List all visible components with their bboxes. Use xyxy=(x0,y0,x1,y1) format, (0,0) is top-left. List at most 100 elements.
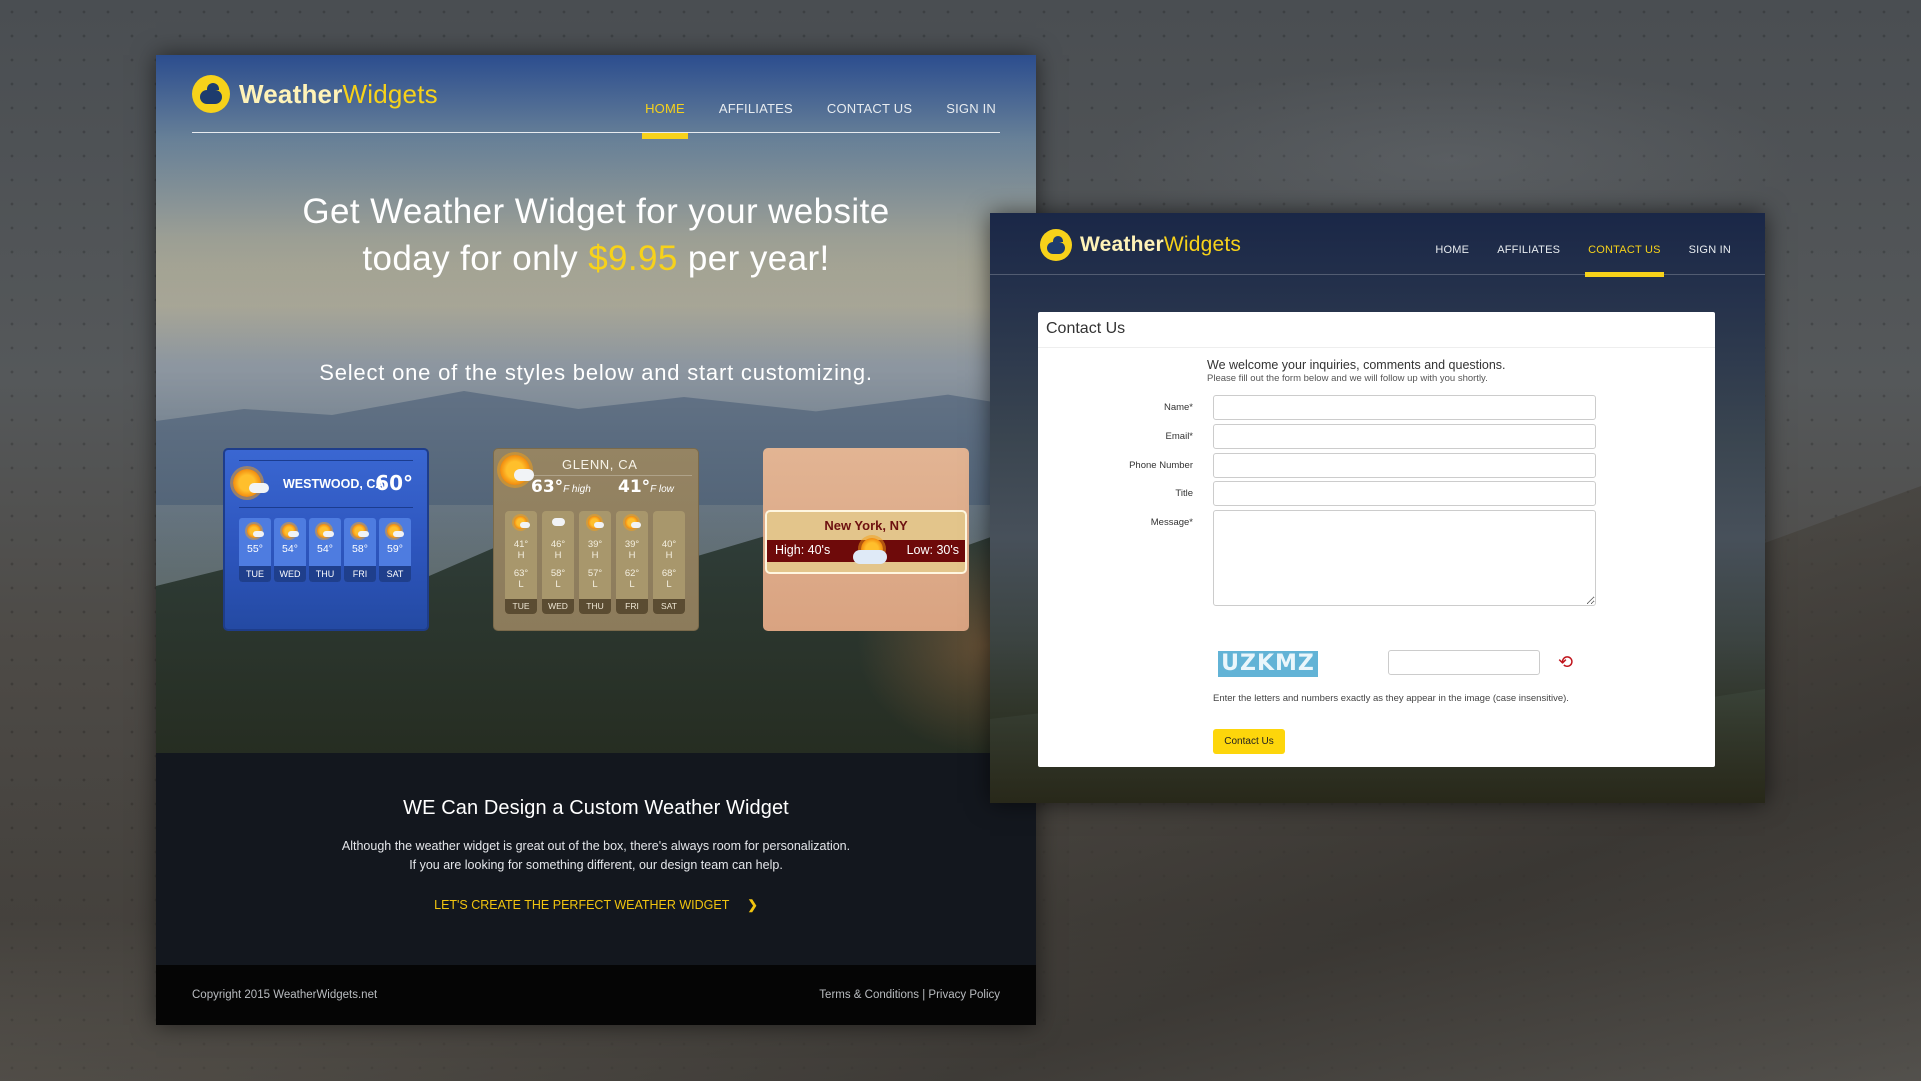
nav-affiliates[interactable]: AFFILIATES xyxy=(719,101,793,116)
intro-text: We welcome your inquiries, comments and … xyxy=(1207,358,1506,372)
cloud-icon xyxy=(323,531,334,537)
forecast-day: 41° H 63° L TUE xyxy=(505,511,537,614)
title-label: Title xyxy=(1175,488,1193,499)
site-footer: Copyright 2015 WeatherWidgets.net Terms … xyxy=(156,965,1036,1025)
day-temp: 58° xyxy=(352,543,368,555)
day-low: 68° L xyxy=(661,568,677,590)
forecast-day: 54° WED xyxy=(274,518,306,582)
phone-input[interactable] xyxy=(1213,453,1596,478)
nav-contact-us[interactable]: CONTACT US xyxy=(827,101,912,116)
custom-body: Although the weather widget is great out… xyxy=(341,839,851,872)
cloud-icon xyxy=(393,531,404,537)
chevron-right-icon: ❯ xyxy=(747,898,758,912)
day-temp: 54° xyxy=(282,543,298,555)
logo-text: WeatherWidgets xyxy=(239,78,438,109)
message-textarea[interactable] xyxy=(1213,510,1596,606)
widget-city: WESTWOOD, CA xyxy=(283,477,385,491)
hero-subhead: Select one of the styles below and start… xyxy=(319,360,873,385)
day-name: SAT xyxy=(379,566,411,582)
phone-label: Phone Number xyxy=(1129,460,1193,471)
day-high: 46° H xyxy=(550,539,566,561)
contact-submit-button[interactable]: Contact Us xyxy=(1213,729,1285,754)
title-input[interactable] xyxy=(1213,481,1596,506)
day-temp: 59° xyxy=(387,543,403,555)
nav-home[interactable]: HOME xyxy=(1435,244,1469,256)
day-temp: 54° xyxy=(317,543,333,555)
logo[interactable]: WeatherWidgets xyxy=(192,75,438,113)
widget-city: New York, NY xyxy=(824,518,908,533)
widget-preview-basic[interactable]: WESTWOOD, CA 60° 55° TUE 54° WED 54° THU 58… xyxy=(223,448,429,631)
main-nav: HOME AFFILIATES CONTACT US SIGN IN xyxy=(1407,244,1731,277)
day-name: THU xyxy=(309,566,341,582)
refresh-captcha-icon[interactable]: ⟲ xyxy=(1558,652,1573,673)
widget-preview-high-low-forecast[interactable]: GLENN, CA 63°F high 41°F low 41° H 63° L TUE… xyxy=(493,448,699,631)
forecast-day: 46° H 58° L WED xyxy=(542,511,574,614)
logo-sun-cloud-icon xyxy=(1040,229,1072,261)
logo-text: WeatherWidgets xyxy=(1080,233,1242,256)
logo[interactable]: WeatherWidgets xyxy=(1040,229,1241,261)
copyright: Copyright 2015 WeatherWidgets.net xyxy=(192,989,378,1001)
captcha-help-text: Enter the letters and numbers exactly as… xyxy=(1213,693,1569,704)
email-label: Email* xyxy=(1165,431,1193,442)
nav-home[interactable]: HOME xyxy=(642,101,688,139)
day-high: 39° H xyxy=(587,539,603,561)
custom-heading: WE Can Design a Custom Weather Widget xyxy=(403,797,789,819)
day-name: FRI xyxy=(344,566,376,582)
divider xyxy=(534,475,692,476)
nav-sign-in[interactable]: SIGN IN xyxy=(946,101,996,116)
forecast-day: 39° H 57° L THU xyxy=(579,511,611,614)
privacy-link[interactable]: Privacy Policy xyxy=(928,989,1000,1001)
create-widget-link[interactable]: LET'S CREATE THE PERFECT WEATHER WIDGET ❯ xyxy=(156,897,1036,912)
message-label: Message* xyxy=(1150,517,1193,528)
hero-section: WeatherWidgets HOME AFFILIATES CONTACT U… xyxy=(156,55,1036,755)
home-page-mockup: WeatherWidgets HOME AFFILIATES CONTACT U… xyxy=(156,55,1036,1025)
widget-banner: New York, NY High: 40's Low: 30's xyxy=(765,510,967,574)
nav-contact-us[interactable]: CONTACT US xyxy=(1585,244,1664,277)
contact-form-card: Contact Us We welcome your inquiries, co… xyxy=(1038,312,1715,767)
headline-line-2: today for only $9.95 per year! xyxy=(362,239,830,278)
cloud-icon xyxy=(358,531,369,537)
contact-page-mockup: WeatherWidgets HOME AFFILIATES CONTACT U… xyxy=(990,213,1765,803)
forecast-day: 55° TUE xyxy=(239,518,271,582)
cloud-icon xyxy=(594,522,604,528)
main-nav: HOME AFFILIATES CONTACT US SIGN IN xyxy=(611,101,996,139)
forecast-days: 41° H 63° L TUE 46° H 58° L WED 39° H 57° L THU 39° H… xyxy=(505,511,685,614)
cloud-icon xyxy=(853,550,887,564)
captcha-image: UZKMZ xyxy=(1218,651,1318,677)
widget-high: 63°F high xyxy=(531,477,591,497)
email-input[interactable] xyxy=(1213,424,1596,449)
cloud-icon xyxy=(253,531,264,537)
day-low: 62° L xyxy=(624,568,640,590)
forecast-day: 59° SAT xyxy=(379,518,411,582)
widget-header: WESTWOOD, CA 60° xyxy=(233,460,413,508)
day-high: 41° H xyxy=(513,539,529,561)
widget-city: GLENN, CA xyxy=(562,457,638,472)
widget-preview-high-low[interactable]: New York, NY High: 40's Low: 30's xyxy=(763,448,969,631)
forecast-day: 54° THU xyxy=(309,518,341,582)
footer-links: Terms & Conditions | Privacy Policy xyxy=(819,989,1000,1001)
custom-widget-section: WE Can Design a Custom Weather Widget Al… xyxy=(156,753,1036,965)
logo-sun-cloud-icon xyxy=(192,75,230,113)
site-header: WeatherWidgets HOME AFFILIATES CONTACT U… xyxy=(192,75,1000,139)
headline-line-1: Get Weather Widget for your website xyxy=(302,192,890,231)
day-name: THU xyxy=(579,599,611,614)
cloud-icon xyxy=(631,522,641,528)
widget-low: Low: 30's xyxy=(906,543,959,557)
day-name: WED xyxy=(542,599,574,614)
name-input[interactable] xyxy=(1213,395,1596,420)
day-temp: 55° xyxy=(247,543,263,555)
separator: | xyxy=(922,989,926,1001)
day-low: 58° L xyxy=(550,568,566,590)
day-low: 63° L xyxy=(513,568,529,590)
day-low: 57° L xyxy=(587,568,603,590)
forecast-day: 40° H 68° L SAT xyxy=(653,511,685,614)
site-header: WeatherWidgets HOME AFFILIATES CONTACT U… xyxy=(990,213,1765,277)
nav-affiliates[interactable]: AFFILIATES xyxy=(1497,244,1560,256)
widget-high: High: 40's xyxy=(775,543,831,557)
terms-link[interactable]: Terms & Conditions xyxy=(819,989,919,1001)
nav-sign-in[interactable]: SIGN IN xyxy=(1689,244,1731,256)
day-name: FRI xyxy=(616,599,648,614)
day-high: 40° H xyxy=(661,539,677,561)
forecast-days: 55° TUE 54° WED 54° THU 58° FRI 59° SAT xyxy=(239,518,411,582)
captcha-input[interactable] xyxy=(1388,650,1540,675)
